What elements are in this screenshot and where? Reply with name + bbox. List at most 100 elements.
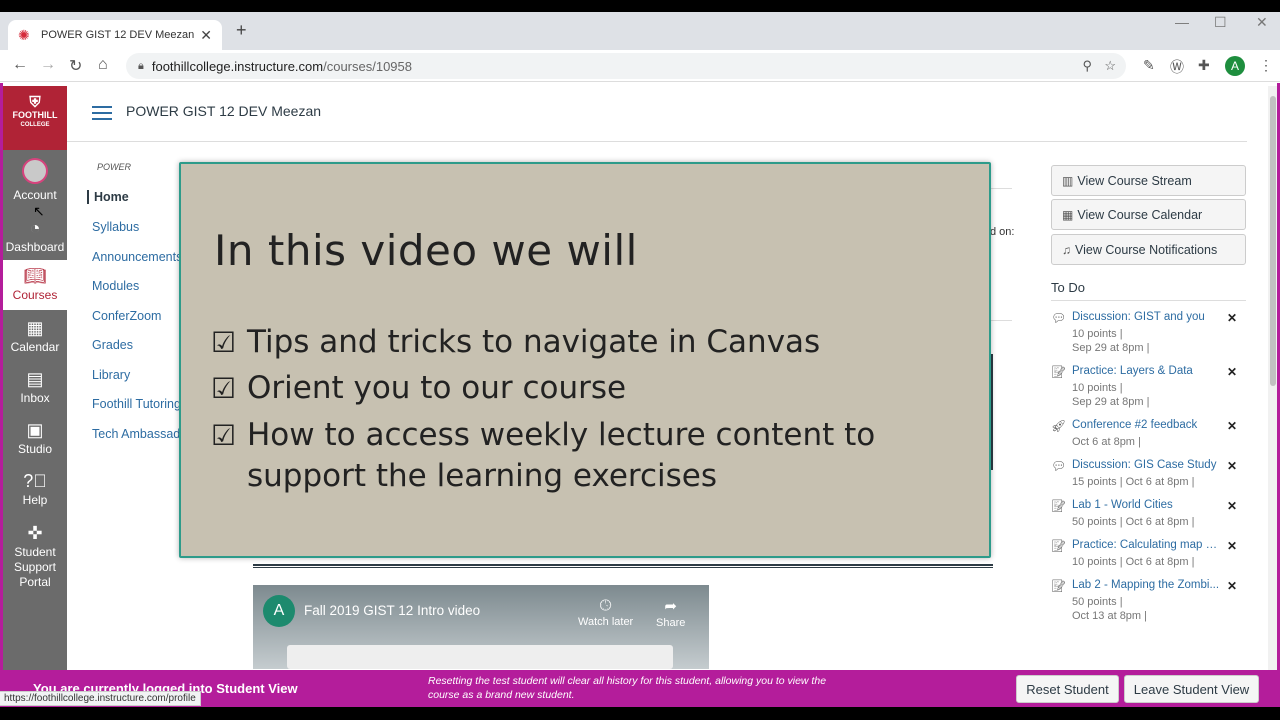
- dismiss-icon[interactable]: ✕: [1227, 311, 1237, 325]
- hamburger-menu-icon[interactable]: [92, 106, 112, 124]
- view-course-notifications-button[interactable]: ♫ View Course Notifications: [1051, 234, 1246, 265]
- watch-later-button[interactable]: 🕓︎ Watch later: [578, 597, 633, 628]
- extension-pen-icon[interactable]: ✎: [1143, 57, 1155, 74]
- todo-link[interactable]: Conference #2 feedback: [1072, 419, 1220, 431]
- user-avatar-icon: [22, 158, 48, 184]
- zoom-icon[interactable]: ⚲: [1082, 58, 1092, 74]
- reload-icon[interactable]: ↻: [69, 56, 82, 76]
- course-header: POWER GIST 12 DEV Meezan: [67, 86, 1247, 142]
- support-icon: ✜: [27, 523, 43, 543]
- dismiss-icon[interactable]: ✕: [1227, 459, 1237, 473]
- canvas-favicon-icon: ✺: [18, 27, 30, 43]
- notifications-label: View Course Notifications: [1075, 242, 1218, 257]
- profile-avatar[interactable]: A: [1225, 56, 1245, 76]
- breadcrumb[interactable]: POWER GIST 12 DEV Meezan: [126, 103, 321, 119]
- channel-avatar[interactable]: A: [263, 595, 295, 627]
- todo-link[interactable]: Discussion: GIS Case Study: [1072, 459, 1220, 471]
- course-nav-home[interactable]: Home: [87, 190, 129, 204]
- minimize-icon[interactable]: —: [1175, 14, 1189, 30]
- nav-calendar[interactable]: ▦ Calendar: [3, 318, 67, 354]
- new-tab-icon[interactable]: +: [236, 20, 247, 41]
- home-icon[interactable]: ⌂: [98, 56, 108, 74]
- quiz-icon: 🚀︎: [1051, 419, 1067, 433]
- course-nav-grades[interactable]: Grades: [92, 338, 133, 352]
- youtube-embed[interactable]: A Fall 2019 GIST 12 Intro video 🕓︎ Watch…: [253, 585, 709, 669]
- nav-help[interactable]: ?⃝ Help: [3, 471, 67, 507]
- todo-link[interactable]: Discussion: GIST and you: [1072, 311, 1220, 323]
- video-intro-overlay: In this video we will ☑ Tips and tricks …: [179, 162, 991, 558]
- course-nav-library[interactable]: Library: [92, 368, 130, 382]
- share-label: Share: [656, 617, 686, 629]
- course-nav-modules[interactable]: Modules: [92, 279, 139, 293]
- extensions-puzzle-icon[interactable]: ✚: [1198, 57, 1210, 74]
- nav-courses[interactable]: 📖︎ Courses: [3, 260, 67, 310]
- nav-inbox[interactable]: ▤ Inbox: [3, 369, 67, 405]
- overlay-title: In this video we will: [214, 226, 638, 275]
- todo-meta: 10 points |: [1072, 328, 1123, 340]
- logo-line1: FOOTHILL: [12, 110, 58, 120]
- close-tab-icon[interactable]: ✕: [200, 27, 212, 44]
- overlay-item-text: Tips and tricks to navigate in Canvas: [247, 324, 821, 360]
- browser-tab[interactable]: ✺ POWER GIST 12 DEV Meezan ✕: [8, 20, 222, 50]
- dismiss-icon[interactable]: ✕: [1227, 579, 1237, 593]
- nav-student-support-portal[interactable]: ✜ Student Support Portal: [3, 523, 67, 590]
- todo-heading: To Do: [1051, 280, 1085, 295]
- overlay-item: ☑ How to access weekly lecture content t…: [211, 415, 987, 497]
- dismiss-icon[interactable]: ✕: [1227, 365, 1237, 379]
- nav-support-label: Student Support Portal: [13, 545, 57, 589]
- maximize-icon[interactable]: ☐: [1214, 14, 1227, 31]
- todo-link[interactable]: Practice: Calculating map s...: [1072, 539, 1220, 551]
- course-nav-foothill-tutoring[interactable]: Foothill Tutoring: [92, 397, 181, 411]
- assignment-icon: 📝︎: [1051, 499, 1067, 513]
- nav-account-label: Account: [13, 188, 57, 202]
- address-bar[interactable]: 🔒︎ foothillcollege.instructure.com/cours…: [126, 53, 1126, 79]
- back-icon[interactable]: ←: [12, 56, 28, 74]
- global-navigation: ⛨ FOOTHILL COLLEGE Account ◔ Dashboard 📖…: [3, 86, 67, 670]
- course-nav-syllabus[interactable]: Syllabus: [92, 220, 139, 234]
- todo-meta: 10 points | Oct 6 at 8pm |: [1072, 556, 1195, 568]
- close-window-icon[interactable]: ✕: [1256, 14, 1268, 31]
- stream-label: View Course Stream: [1077, 173, 1192, 188]
- todo-link[interactable]: Lab 1 - World Cities: [1072, 499, 1220, 511]
- scrollbar-thumb[interactable]: [1270, 96, 1276, 386]
- share-arrow-icon: ➦: [664, 598, 677, 615]
- nav-courses-label: Courses: [12, 288, 58, 302]
- view-course-calendar-button[interactable]: ▦ View Course Calendar: [1051, 199, 1246, 230]
- reset-student-button[interactable]: Reset Student: [1016, 675, 1119, 703]
- nav-studio[interactable]: ▣ Studio: [3, 420, 67, 456]
- nav-inbox-label: Inbox: [20, 391, 50, 405]
- leave-student-view-button[interactable]: Leave Student View: [1124, 675, 1259, 703]
- video-title[interactable]: Fall 2019 GIST 12 Intro video: [304, 603, 480, 618]
- stream-icon: ▥: [1062, 173, 1074, 188]
- video-frame-bar: [287, 645, 673, 669]
- bookmark-star-icon[interactable]: ☆: [1104, 58, 1116, 74]
- help-icon: ?⃝: [23, 471, 47, 491]
- course-nav-announcements[interactable]: Announcements: [92, 250, 182, 264]
- courses-icon: 📖︎: [23, 266, 47, 286]
- forward-icon[interactable]: →: [40, 56, 56, 74]
- dismiss-icon[interactable]: ✕: [1227, 499, 1237, 513]
- foothill-logo[interactable]: ⛨ FOOTHILL COLLEGE: [3, 86, 67, 150]
- calendar-small-icon: ▦: [1062, 207, 1074, 222]
- checkbox-icon: ☑: [211, 326, 237, 359]
- browser-menu-icon[interactable]: ⋮: [1259, 57, 1273, 74]
- top-black-bar: [0, 0, 1280, 12]
- status-bar-url: https://foothillcollege.instructure.com/…: [0, 691, 201, 706]
- todo-link[interactable]: Lab 2 - Mapping the Zombi...: [1072, 579, 1220, 591]
- partial-label: d on:: [990, 226, 1015, 238]
- url-path: /courses/10958: [323, 58, 413, 74]
- bottom-black-bar: [0, 707, 1280, 720]
- wordpress-extension-icon[interactable]: Ⓦ: [1170, 57, 1184, 77]
- nav-account[interactable]: Account: [3, 158, 67, 202]
- todo-link[interactable]: Practice: Layers & Data: [1072, 365, 1220, 377]
- todo-meta: Oct 6 at 8pm |: [1072, 436, 1141, 448]
- dismiss-icon[interactable]: ✕: [1227, 539, 1237, 553]
- view-course-stream-button[interactable]: ▥ View Course Stream: [1051, 165, 1246, 196]
- nav-calendar-label: Calendar: [10, 340, 60, 354]
- share-button[interactable]: ➦ Share: [656, 597, 685, 629]
- content-divider: [990, 320, 1012, 321]
- todo-meta: 50 points | Oct 6 at 8pm |: [1072, 516, 1195, 528]
- dismiss-icon[interactable]: ✕: [1227, 419, 1237, 433]
- nav-dashboard[interactable]: ◔ Dashboard: [3, 218, 67, 254]
- course-nav-conferzoom[interactable]: ConferZoom: [92, 309, 161, 323]
